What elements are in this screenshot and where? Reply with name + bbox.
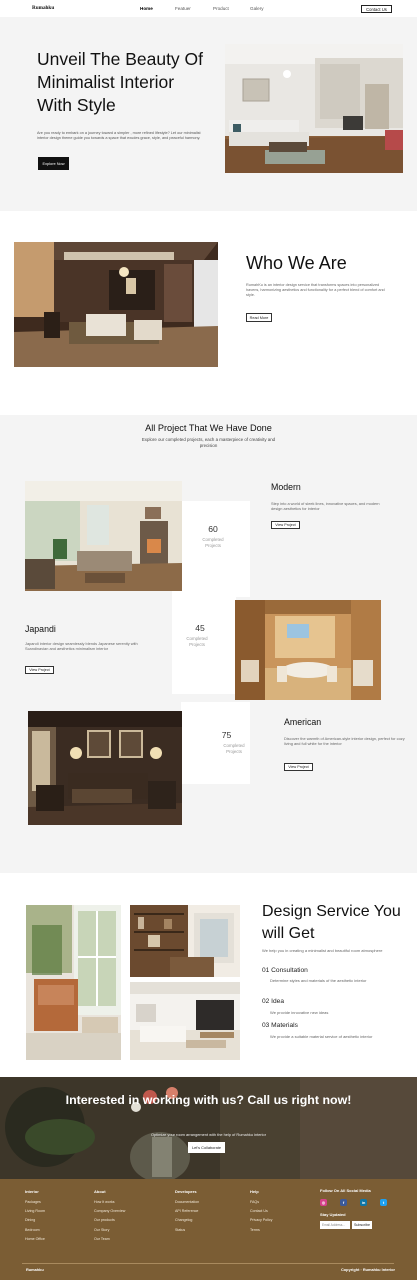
- footer-copyright: Copyright · Rumahku Interior: [341, 1267, 396, 1272]
- footer-heading: Developers: [175, 1189, 197, 1194]
- facebook-icon[interactable]: f: [340, 1199, 347, 1206]
- contact-us-button[interactable]: Contact Us: [361, 5, 392, 13]
- brand-logo[interactable]: Rumahku: [32, 5, 54, 11]
- stat-card-japandi: 45 Completed Projects: [172, 591, 236, 694]
- stat-number: 60: [208, 524, 218, 534]
- instagram-icon[interactable]: ◎: [320, 1199, 327, 1206]
- american-title: American: [284, 717, 322, 727]
- footer-heading: Help: [250, 1189, 259, 1194]
- japandi-title: Japandi: [25, 624, 56, 634]
- stat-card-american: 75 Completed Projects: [181, 702, 250, 784]
- design-image-living: [130, 982, 240, 1060]
- hero-title: Unveil The Beauty Of Minimalist Interior…: [37, 49, 204, 115]
- modern-title: Modern: [271, 482, 301, 492]
- footer-column-about: About How It works Company Overview Our …: [94, 1189, 125, 1246]
- stat-label: Completed Projects: [223, 743, 245, 754]
- footer-social: Follow On All Social Media ◎ f in t Stay…: [320, 1188, 387, 1229]
- stat-number: 45: [195, 623, 205, 633]
- stat-label: Completed Projects: [202, 537, 224, 548]
- projects-subtitle: Explore our completed projects, each a m…: [141, 437, 276, 448]
- japandi-view-project-button[interactable]: View Project: [25, 666, 54, 674]
- american-project-image: [28, 711, 182, 825]
- japandi-project-image: [235, 600, 381, 700]
- projects-title: All Project That We Have Done: [145, 423, 272, 433]
- cta-title: Interested in working with us? Call us r…: [65, 1093, 352, 1107]
- footer: Interior Packages Living Room Dining Bed…: [0, 1179, 417, 1280]
- footer-link[interactable]: Packages: [25, 1200, 45, 1204]
- modern-view-project-button[interactable]: View Project: [271, 521, 300, 529]
- footer-column-help: Help FAQs Contact Us Privacy Policy Term…: [250, 1189, 272, 1237]
- nav-link-feature[interactable]: Featuer: [175, 6, 191, 11]
- cta-section: Interested in working with us? Call us r…: [0, 1077, 417, 1179]
- social-icons: ◎ f in t: [320, 1199, 387, 1206]
- design-image-window: [26, 905, 121, 1060]
- design-service-title: Design Service You will Get: [262, 903, 401, 942]
- who-we-are-description: RumahKu is an interior design service th…: [246, 283, 385, 297]
- service-consultation-description: Determine styles and materials of the ae…: [270, 978, 367, 983]
- american-view-project-button[interactable]: View Project: [284, 763, 313, 771]
- subscribe-button[interactable]: Subscribe: [352, 1221, 372, 1229]
- american-description: Discover the warmth of American-style in…: [284, 736, 405, 747]
- footer-link[interactable]: Bedroom: [25, 1228, 45, 1232]
- footer-link[interactable]: Contact Us: [250, 1209, 272, 1213]
- stay-updated-heading: Stay Updated: [320, 1212, 346, 1217]
- footer-link[interactable]: Terms: [250, 1228, 272, 1232]
- footer-link[interactable]: FAQs: [250, 1200, 272, 1204]
- social-heading: Follow On All Social Media: [320, 1188, 371, 1193]
- footer-link[interactable]: Our Story: [94, 1228, 125, 1232]
- linkedin-icon[interactable]: in: [360, 1199, 367, 1206]
- footer-link[interactable]: Status: [175, 1228, 199, 1232]
- design-image-shelf: [130, 905, 240, 977]
- footer-link[interactable]: Privacy Policy: [250, 1218, 272, 1222]
- subscribe-row: Email Address... Subscribe: [320, 1221, 387, 1229]
- footer-heading: About: [94, 1189, 106, 1194]
- nav-link-home[interactable]: Home: [140, 6, 153, 11]
- modern-description: Step into a world of sleek lines, innova…: [271, 501, 380, 512]
- footer-link[interactable]: Dining: [25, 1218, 45, 1222]
- footer-link[interactable]: Home Office: [25, 1237, 45, 1241]
- service-materials-title: 03 Materials: [262, 1022, 298, 1029]
- footer-link[interactable]: How It works: [94, 1200, 125, 1204]
- stat-label: Completed Projects: [186, 636, 208, 647]
- footer-heading: Interior: [25, 1189, 39, 1194]
- service-materials-description: We provide a suitable material service o…: [270, 1034, 373, 1039]
- hero-section: Unveil The Beauty Of Minimalist Interior…: [0, 17, 417, 211]
- top-nav: Rumahku Home Featuer Product Galery Cont…: [0, 0, 417, 17]
- footer-divider: [22, 1263, 394, 1264]
- service-consultation-title: 01 Consultation: [262, 967, 308, 974]
- email-input[interactable]: Email Address...: [320, 1221, 350, 1229]
- who-we-are-image: [14, 242, 218, 367]
- explore-now-button[interactable]: Explore Now: [38, 157, 69, 170]
- lets-collaborate-button[interactable]: Let's Collaborate: [188, 1142, 225, 1153]
- stat-card-modern: 60 Completed Projects: [176, 501, 250, 597]
- nav-link-gallery[interactable]: Galery: [250, 6, 264, 11]
- footer-column-interior: Interior Packages Living Room Dining Bed…: [25, 1189, 45, 1246]
- footer-link[interactable]: Our products: [94, 1218, 125, 1222]
- footer-link[interactable]: Our Team: [94, 1237, 125, 1241]
- stat-number: 75: [221, 730, 232, 740]
- hero-living-room-image: [225, 44, 403, 173]
- footer-link[interactable]: Company Overview: [94, 1209, 125, 1213]
- read-more-button[interactable]: Read More: [246, 313, 272, 322]
- japandi-description: Japandi interior design seamlessly blend…: [25, 641, 138, 652]
- footer-link[interactable]: Documentation: [175, 1200, 199, 1204]
- footer-column-developers: Developers Documentation API Reference C…: [175, 1189, 199, 1237]
- design-service-description: We help you in creating a minimalist and…: [262, 948, 383, 953]
- footer-brand: Rumahku: [26, 1267, 44, 1272]
- footer-link[interactable]: API Reference: [175, 1209, 199, 1213]
- who-we-are-title: Who We Are: [246, 253, 347, 273]
- twitter-icon[interactable]: t: [380, 1199, 387, 1206]
- modern-project-image: [25, 481, 182, 591]
- service-idea-description: We provide innovative new ideas: [270, 1010, 329, 1015]
- service-idea-title: 02 Idea: [262, 998, 284, 1005]
- nav-link-product[interactable]: Product: [213, 6, 229, 11]
- footer-link[interactable]: Living Room: [25, 1209, 45, 1213]
- projects-section: All Project That We Have Done Explore ou…: [0, 415, 417, 873]
- hero-description: Are you ready to embark on a journey tow…: [37, 131, 201, 141]
- footer-link[interactable]: Changelog: [175, 1218, 199, 1222]
- page: Rumahku Home Featuer Product Galery Cont…: [0, 0, 417, 1280]
- cta-subtitle: Optimize your room arrangement with the …: [150, 1132, 267, 1137]
